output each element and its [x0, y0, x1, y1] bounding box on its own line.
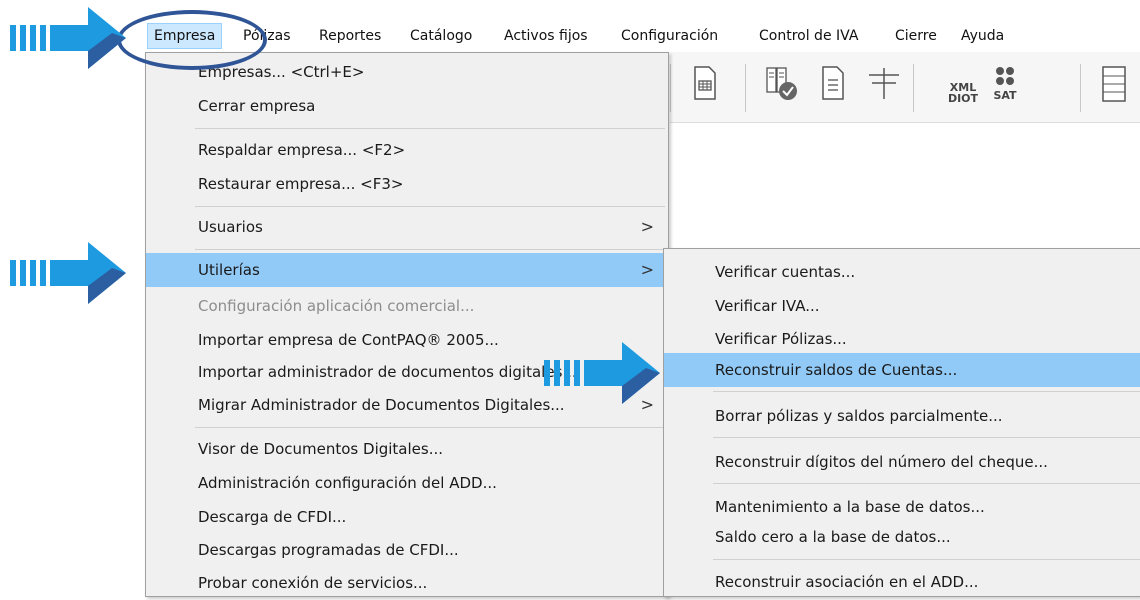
toolbar-separator — [1080, 64, 1081, 112]
chevron-right-icon: > — [640, 217, 654, 236]
menu-reportes[interactable]: Reportes — [319, 24, 381, 48]
menu-catalogo[interactable]: Catálogo — [410, 24, 472, 48]
menu-item-label: Configuración aplicación comercial... — [198, 297, 475, 315]
menu-activos-fijos[interactable]: Activos fijos — [504, 24, 588, 48]
list-document-icon[interactable] — [820, 66, 846, 100]
menu-item-probar-conexion[interactable]: Probar conexión de servicios... — [146, 566, 668, 600]
menu-separator — [195, 249, 665, 250]
menu-item-label: Utilerías — [198, 261, 260, 279]
submenu-item-label: Verificar Pólizas... — [715, 330, 847, 348]
sat-label: SAT — [993, 89, 1017, 102]
submenu-separator — [713, 559, 1140, 560]
menu-item-label: Usuarios — [198, 218, 263, 236]
menu-item-label: Administración configuración del ADD... — [198, 474, 497, 492]
submenu-item-label: Reconstruir saldos de Cuentas... — [715, 361, 958, 379]
sat-icon[interactable]: SAT — [988, 66, 1022, 101]
menu-item-cerrar-empresa[interactable]: Cerrar empresa — [146, 89, 668, 123]
submenu-separator — [713, 437, 1140, 438]
ledger-t-icon[interactable] — [867, 66, 901, 100]
arrow-callout-icon — [544, 342, 660, 404]
menu-separator — [195, 427, 665, 428]
utilerias-submenu: Verificar cuentas... Verificar IVA... Ve… — [663, 248, 1140, 597]
menu-item-label: Probar conexión de servicios... — [198, 574, 428, 592]
menu-cierre[interactable]: Cierre — [895, 24, 937, 48]
menu-item-label: Restaurar empresa... <F3> — [198, 175, 404, 193]
submenu-separator — [713, 391, 1140, 392]
menu-item-label: Migrar Administrador de Documentos Digit… — [198, 396, 565, 414]
arrow-callout-icon — [10, 7, 126, 69]
empresa-menu: Empresas... <Ctrl+E> Cerrar empresa Resp… — [145, 52, 669, 597]
chevron-right-icon: > — [640, 260, 654, 279]
menu-separator — [195, 206, 665, 207]
toolbar: XML DIOT SAT — [670, 52, 1140, 123]
ledger-icon[interactable] — [1100, 66, 1126, 102]
documents-check-icon[interactable] — [765, 66, 799, 102]
menu-item-label: Cerrar empresa — [198, 97, 316, 115]
menu-item-visor-documentos[interactable]: Visor de Documentos Digitales... — [146, 432, 668, 466]
menu-item-usuarios[interactable]: Usuarios > — [146, 210, 668, 244]
submenu-item-reconstruir-asociacion[interactable]: Reconstruir asociación en el ADD... — [664, 565, 1140, 599]
toolbar-separator — [913, 64, 914, 112]
menu-item-restaurar-empresa[interactable]: Restaurar empresa... <F3> — [146, 167, 668, 201]
submenu-item-mantenimiento[interactable]: Mantenimiento a la base de datos... — [664, 490, 1140, 524]
menu-item-administracion-add[interactable]: Administración configuración del ADD... — [146, 466, 668, 500]
menu-item-label: Visor de Documentos Digitales... — [198, 440, 444, 458]
submenu-item-borrar-polizas[interactable]: Borrar pólizas y saldos parcialmente... — [664, 399, 1140, 433]
submenu-item-label: Mantenimiento a la base de datos... — [715, 498, 985, 516]
menu-control-iva[interactable]: Control de IVA — [759, 24, 858, 48]
arrow-callout-icon — [10, 242, 126, 304]
submenu-item-label: Verificar IVA... — [715, 297, 820, 315]
menu-separator — [195, 128, 665, 129]
submenu-item-reconstruir-saldos[interactable]: Reconstruir saldos de Cuentas... — [664, 353, 1140, 387]
menu-item-label: Importar empresa de ContPAQ® 2005... — [198, 331, 499, 349]
menu-item-descarga-cfdi[interactable]: Descarga de CFDI... — [146, 500, 668, 534]
toolbar-separator — [670, 64, 671, 112]
menu-item-label: Descarga de CFDI... — [198, 508, 347, 526]
submenu-item-verificar-cuentas[interactable]: Verificar cuentas... — [664, 255, 1140, 289]
menu-item-label: Respaldar empresa... <F2> — [198, 141, 406, 159]
menu-item-utilerias[interactable]: Utilerías > — [146, 253, 668, 287]
submenu-item-verificar-iva[interactable]: Verificar IVA... — [664, 289, 1140, 323]
menu-ayuda[interactable]: Ayuda — [961, 24, 1004, 48]
menu-item-label: Importar administrador de documentos dig… — [198, 363, 577, 381]
menu-configuracion[interactable]: Configuración — [621, 24, 718, 48]
submenu-item-label: Saldo cero a la base de datos... — [715, 528, 951, 546]
table-icon[interactable] — [692, 66, 718, 100]
menu-item-label: Descargas programadas de CFDI... — [198, 541, 459, 559]
xml-diot-icon[interactable]: XML DIOT — [943, 82, 983, 104]
submenu-item-label: Reconstruir asociación en el ADD... — [715, 573, 979, 591]
submenu-item-verificar-polizas[interactable]: Verificar Pólizas... — [664, 322, 1140, 356]
highlight-ellipse — [117, 10, 267, 70]
menu-item-configuracion-aplicacion-comercial: Configuración aplicación comercial... — [146, 289, 668, 323]
diot-label: DIOT — [947, 92, 979, 105]
toolbar-separator — [745, 64, 746, 112]
submenu-item-saldo-cero[interactable]: Saldo cero a la base de datos... — [664, 520, 1140, 554]
submenu-item-label: Reconstruir dígitos del número del chequ… — [715, 453, 1048, 471]
submenu-item-label: Borrar pólizas y saldos parcialmente... — [715, 407, 1003, 425]
menu-item-respaldar-empresa[interactable]: Respaldar empresa... <F2> — [146, 133, 668, 167]
submenu-item-reconstruir-digitos[interactable]: Reconstruir dígitos del número del chequ… — [664, 445, 1140, 479]
menu-item-descargas-programadas[interactable]: Descargas programadas de CFDI... — [146, 533, 668, 567]
submenu-separator — [713, 483, 1140, 484]
submenu-item-label: Verificar cuentas... — [715, 263, 856, 281]
dots-icon — [996, 67, 1014, 85]
